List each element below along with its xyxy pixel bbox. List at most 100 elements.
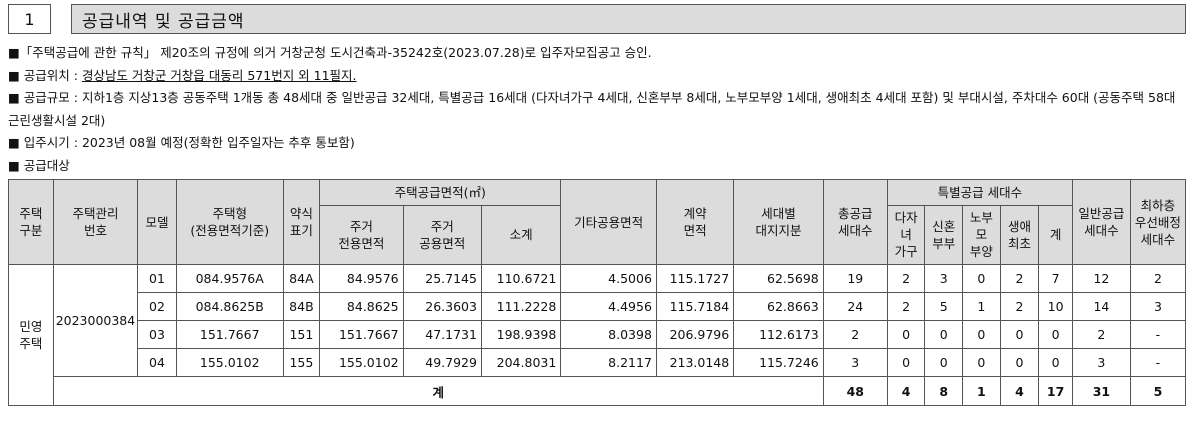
section-title: 공급내역 및 공급금액 bbox=[71, 4, 1186, 34]
subtotal-cell: 204.8031 bbox=[480, 348, 562, 377]
header-general-units: 일반공급 세대수 bbox=[1071, 179, 1131, 265]
general-units-cell: 12 bbox=[1071, 264, 1131, 293]
total-units-cell: 2 bbox=[822, 320, 888, 349]
special-sum-cell: 10 bbox=[1038, 292, 1073, 321]
newlywed-cell: 5 bbox=[924, 292, 964, 321]
multi-child-cell: 0 bbox=[886, 348, 926, 377]
private-area-cell: 155.0102 bbox=[319, 348, 404, 377]
header-lowest-floor: 최하층 우선배정 세대수 bbox=[1129, 179, 1187, 265]
table-row: 민영 주택 2023000384 01 084.9576A 84A 84.9576… bbox=[8, 264, 1187, 406]
header-subtotal: 소계 bbox=[480, 204, 562, 266]
elderly-sum: 1 bbox=[962, 376, 1001, 406]
total-units-cell: 24 bbox=[822, 292, 888, 321]
header-special-group: 특별공급 세대수 bbox=[886, 179, 1073, 206]
notice-notes: ■「주택공급에 관한 규칙」 제20조의 규정에 의거 거창군청 도시건축과-3… bbox=[8, 42, 1188, 177]
elderly-cell: 0 bbox=[962, 264, 1001, 293]
general-units-cell: 3 bbox=[1071, 348, 1131, 377]
land-share-cell: 112.6173 bbox=[733, 320, 824, 349]
mgmt-number-cell: 2023000384 bbox=[52, 264, 139, 377]
header-multi-child: 다자 녀 가구 bbox=[886, 204, 926, 266]
newlywed-cell: 0 bbox=[924, 320, 964, 349]
lowest-floor-sum: 5 bbox=[1129, 376, 1187, 406]
model-cell: 01 bbox=[137, 264, 177, 293]
first-life-cell: 0 bbox=[999, 320, 1040, 349]
abbr-cell: 84A bbox=[282, 264, 321, 293]
subtotal-cell: 198.9398 bbox=[480, 320, 562, 349]
contract-area-cell: 213.0148 bbox=[655, 348, 735, 377]
total-label: 계 bbox=[52, 376, 824, 406]
land-share-cell: 62.5698 bbox=[733, 264, 824, 293]
private-area-cell: 151.7667 bbox=[319, 320, 404, 349]
location-label: ■ 공급위치 : bbox=[8, 67, 82, 83]
private-area-cell: 84.8625 bbox=[319, 292, 404, 321]
supply-table: 주택 구분 주택관리 번호 모델 주택형 (전용면적기준) 약식 표기 주택공급면적(㎡… bbox=[8, 179, 1187, 406]
lowest-floor-cell: - bbox=[1129, 320, 1187, 349]
model-cell: 02 bbox=[137, 292, 177, 321]
abbr-cell: 151 bbox=[282, 320, 321, 349]
general-units-cell: 2 bbox=[1071, 320, 1131, 349]
total-units-cell: 3 bbox=[822, 348, 888, 377]
type-cell: 084.8625B bbox=[175, 292, 284, 321]
header-model: 모델 bbox=[137, 179, 177, 265]
move-in-note: ■ 입주시기 : 2023년 08월 예정(정확한 입주일자는 추후 통보함) bbox=[8, 135, 355, 150]
header-first-life: 생애 최초 bbox=[999, 204, 1040, 266]
multi-child-cell: 2 bbox=[886, 264, 926, 293]
total-units-cell: 19 bbox=[822, 264, 888, 293]
special-sum-cell: 7 bbox=[1038, 264, 1073, 293]
general-units-sum: 31 bbox=[1071, 376, 1131, 406]
elderly-cell: 0 bbox=[962, 320, 1001, 349]
table-row: 02 084.8625B 84B 84.8625 26.3603 111.222… bbox=[9, 292, 1187, 321]
first-life-cell: 2 bbox=[999, 264, 1040, 293]
contract-area-cell: 206.9796 bbox=[655, 320, 735, 349]
header-newlywed: 신혼 부부 bbox=[924, 204, 964, 266]
contract-area-cell: 115.1727 bbox=[655, 264, 735, 293]
table-row: 04 155.0102 155 155.0102 49.7929 204.803… bbox=[9, 348, 1187, 377]
common-area-cell: 25.7145 bbox=[402, 264, 482, 293]
header-total-units: 총공급 세대수 bbox=[822, 179, 888, 265]
first-life-cell: 2 bbox=[999, 292, 1040, 321]
lowest-floor-cell: - bbox=[1129, 348, 1187, 377]
header-private-area: 주거 전용면적 bbox=[319, 204, 404, 266]
target-note: ■ 공급대상 bbox=[8, 157, 70, 173]
special-sum-total: 17 bbox=[1038, 376, 1073, 406]
model-cell: 03 bbox=[137, 320, 177, 349]
approval-note: ■「주택공급에 관한 규칙」 제20조의 규정에 의거 거창군청 도시건축과-3… bbox=[8, 45, 652, 60]
location-value: 경상남도 거창군 거창읍 대동리 571번지 외 11필지. bbox=[81, 67, 357, 83]
newlywed-cell: 3 bbox=[924, 264, 964, 293]
general-units-cell: 14 bbox=[1071, 292, 1131, 321]
private-area-cell: 84.9576 bbox=[319, 264, 404, 293]
header-land-share: 세대별 대지지분 bbox=[733, 179, 824, 265]
multi-child-sum: 4 bbox=[886, 376, 926, 406]
multi-child-cell: 0 bbox=[886, 320, 926, 349]
scale-note: ■ 공급규모 : 지하1층 지상13층 공동주택 1개동 총 48세대 중 일반… bbox=[8, 90, 1176, 128]
other-common-cell: 4.5006 bbox=[560, 264, 657, 293]
type-cell: 155.0102 bbox=[175, 348, 284, 377]
section-number: 1 bbox=[8, 4, 51, 34]
header-common-area: 주거 공용면적 bbox=[402, 204, 482, 266]
lowest-floor-cell: 3 bbox=[1129, 292, 1187, 321]
first-life-sum: 4 bbox=[999, 376, 1040, 406]
special-sum-cell: 0 bbox=[1038, 348, 1073, 377]
header-mgmt-number: 주택관리 번호 bbox=[52, 179, 139, 265]
lowest-floor-cell: 2 bbox=[1129, 264, 1187, 293]
abbr-cell: 155 bbox=[282, 348, 321, 377]
header-other-common: 기타공용면적 bbox=[560, 179, 657, 265]
location-note: ■ 공급위치 : 경상남도 거창군 거창읍 대동리 571번지 외 11필지. bbox=[8, 65, 1188, 88]
header-house-group: 주택 구분 bbox=[8, 179, 54, 265]
special-sum-cell: 0 bbox=[1038, 320, 1073, 349]
common-area-cell: 26.3603 bbox=[402, 292, 482, 321]
header-contract-area: 계약 면적 bbox=[655, 179, 735, 265]
total-row: 계 48 4 8 1 4 17 31 5 bbox=[9, 376, 1187, 406]
header-special-sum: 계 bbox=[1038, 204, 1073, 266]
house-group-cell: 민영 주택 bbox=[8, 264, 54, 406]
header-elderly: 노부 모 부양 bbox=[962, 204, 1001, 266]
type-cell: 084.9576A bbox=[175, 264, 284, 293]
common-area-cell: 47.1731 bbox=[402, 320, 482, 349]
elderly-cell: 0 bbox=[962, 348, 1001, 377]
header-house-type: 주택형 (전용면적기준) bbox=[175, 179, 284, 265]
type-cell: 151.7667 bbox=[175, 320, 284, 349]
newlywed-cell: 0 bbox=[924, 348, 964, 377]
header-abbr: 약식 표기 bbox=[282, 179, 321, 265]
first-life-cell: 0 bbox=[999, 348, 1040, 377]
other-common-cell: 4.4956 bbox=[560, 292, 657, 321]
